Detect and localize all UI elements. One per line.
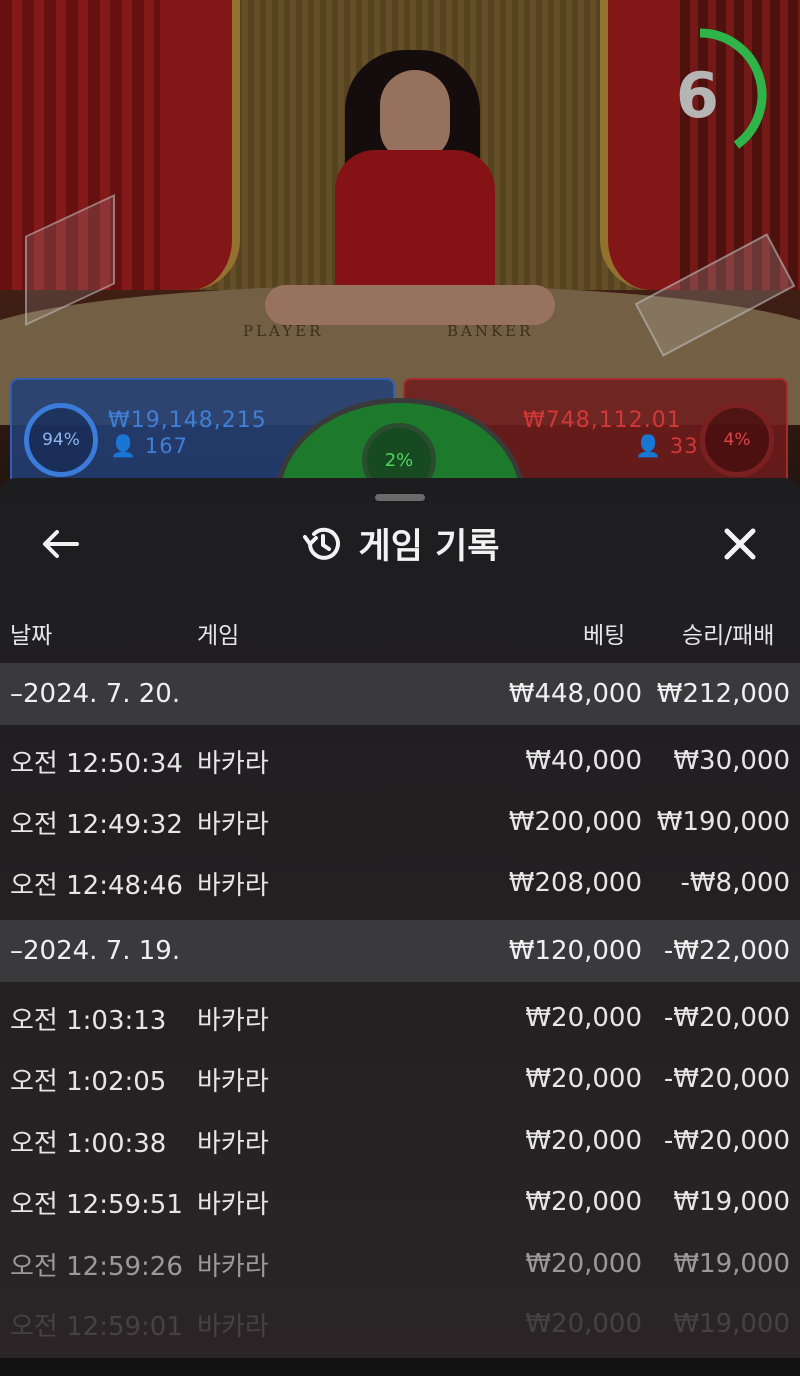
history-row[interactable]: 오전 12:59:26 바카라 ₩20,000 ₩19,000 [0,1233,800,1295]
sheet-title: 게임 기록 [358,527,500,567]
player-bet-amount: ₩19,148,215 [108,408,267,433]
row-bet: ₩20,000 [525,1003,642,1033]
date-group-header[interactable]: –2024. 7. 19. ₩120,000 -₩22,000 [0,920,800,982]
row-game: 바카라 [197,1251,269,1282]
person-icon: 👤 [635,434,663,458]
player-count-value: 167 [144,434,188,458]
history-row[interactable]: 오전 1:00:38 바카라 ₩20,000 -₩20,000 [0,1110,800,1172]
row-bet: ₩40,000 [525,746,642,776]
row-game: 바카라 [197,1311,269,1342]
row-time: 오전 12:59:01 [10,1311,183,1342]
group-bet-total: ₩448,000 [508,679,642,709]
banker-count-value: 33 [669,434,699,458]
column-header-bet: 베팅 [583,623,626,649]
column-header-game: 게임 [197,623,240,649]
row-time: 오전 1:03:13 [10,1005,167,1036]
row-result: ₩19,000 [673,1249,790,1279]
game-history-sheet: 게임 기록 날짜 게임 베팅 승리/패배 –2024. 7. 20. ₩448,… [0,478,800,1376]
banker-bettor-count: 👤 33 [635,434,699,459]
row-game: 바카라 [197,748,269,779]
row-bet: ₩20,000 [525,1126,642,1156]
timer-value: 6 [675,59,720,132]
row-time: 오전 1:00:38 [10,1128,167,1159]
row-result: -₩20,000 [663,1126,790,1156]
sheet-title-group: 게임 기록 [0,518,800,569]
history-row[interactable]: 오전 12:59:01 바카라 ₩20,000 ₩19,000 [0,1293,800,1355]
row-bet: ₩20,000 [525,1187,642,1217]
close-button[interactable] [716,520,764,568]
history-icon [301,523,343,565]
row-result: ₩30,000 [673,746,790,776]
column-header-result: 승리/패배 [682,623,775,649]
sheet-header: 게임 기록 [0,508,800,578]
countdown-timer: 6 [650,28,775,163]
row-game: 바카라 [197,1189,269,1220]
history-row[interactable]: 오전 12:50:34 바카라 ₩40,000 ₩30,000 [0,730,800,792]
history-row[interactable]: 오전 12:49:32 바카라 ₩200,000 ₩190,000 [0,791,800,853]
bottom-bar [0,1358,800,1376]
row-result: ₩190,000 [656,807,790,837]
row-result: ₩19,000 [673,1309,790,1339]
row-bet: ₩20,000 [525,1309,642,1339]
group-date: –2024. 7. 20. [10,679,181,709]
history-row[interactable]: 오전 12:59:51 바카라 ₩20,000 ₩19,000 [0,1171,800,1233]
row-result: -₩20,000 [663,1064,790,1094]
banker-bet-amount: ₩748,112.01 [523,408,682,433]
row-game: 바카라 [197,1066,269,1097]
history-row[interactable]: 오전 1:03:13 바카라 ₩20,000 -₩20,000 [0,987,800,1049]
row-result: -₩8,000 [680,868,790,898]
row-game: 바카라 [197,870,269,901]
row-result: ₩19,000 [673,1187,790,1217]
column-header-date: 날짜 [10,623,53,649]
history-row[interactable]: 오전 12:48:46 바카라 ₩208,000 -₩8,000 [0,852,800,914]
row-game: 바카라 [197,1128,269,1159]
row-time: 오전 12:50:34 [10,748,183,779]
history-row[interactable]: 오전 1:02:05 바카라 ₩20,000 -₩20,000 [0,1048,800,1110]
row-bet: ₩200,000 [508,807,642,837]
sheet-drag-handle[interactable] [375,494,425,501]
close-icon [724,528,756,560]
row-bet: ₩20,000 [525,1249,642,1279]
row-time: 오전 1:02:05 [10,1066,167,1097]
row-bet: ₩208,000 [508,868,642,898]
row-game: 바카라 [197,1005,269,1036]
player-bettor-count: 👤 167 [110,434,188,459]
player-percent: 94% [24,403,98,477]
date-group-header[interactable]: –2024. 7. 20. ₩448,000 ₩212,000 [0,663,800,725]
row-time: 오전 12:59:26 [10,1251,183,1282]
group-result-total: -₩22,000 [663,936,790,966]
group-date: –2024. 7. 19. [10,936,181,966]
row-game: 바카라 [197,809,269,840]
person-icon: 👤 [110,434,138,458]
row-time: 오전 12:49:32 [10,809,183,840]
row-result: -₩20,000 [663,1003,790,1033]
row-bet: ₩20,000 [525,1064,642,1094]
row-time: 오전 12:59:51 [10,1189,183,1220]
group-bet-total: ₩120,000 [508,936,642,966]
group-result-total: ₩212,000 [656,679,790,709]
banker-percent: 4% [700,403,774,477]
row-time: 오전 12:48:46 [10,870,183,901]
